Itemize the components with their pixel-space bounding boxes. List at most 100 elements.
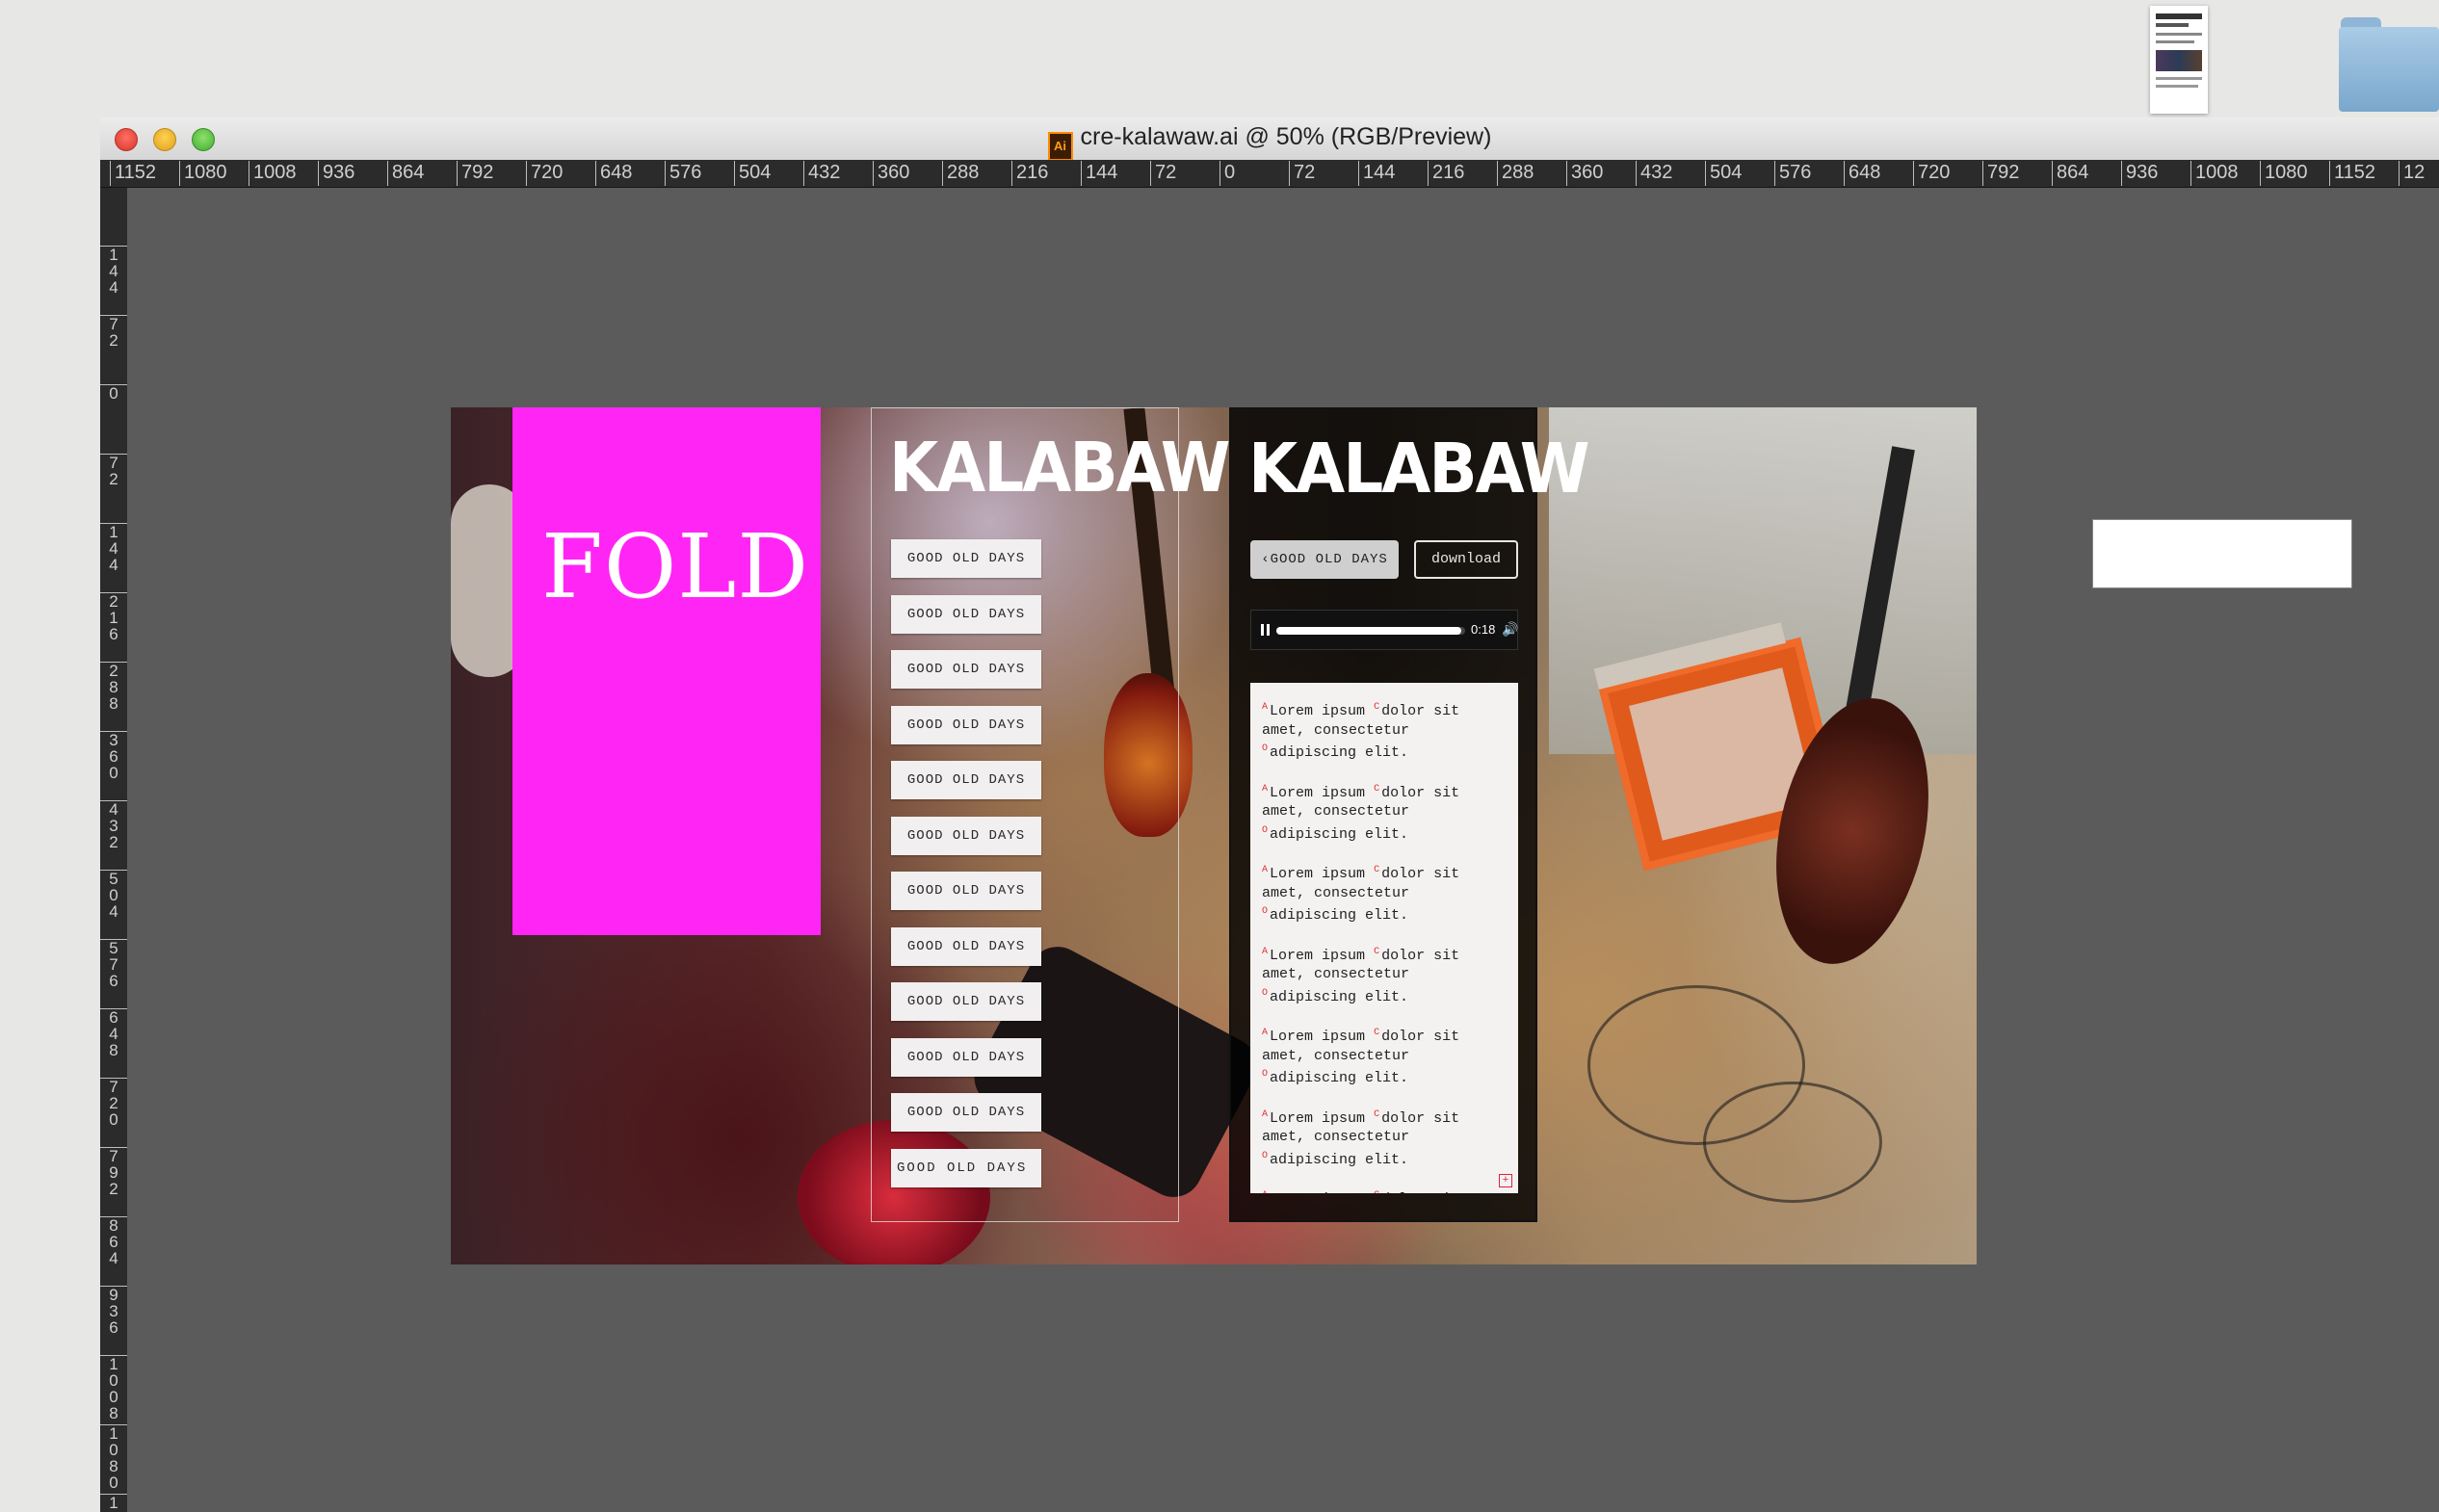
paragraph-text: adipiscing elit. — [1270, 988, 1409, 1005]
ruler-tick-label: 720 — [526, 161, 563, 186]
photo-cable — [1703, 1082, 1882, 1203]
ruler-tick-label: 432 — [803, 161, 840, 186]
ai-file-icon: Ai — [1047, 132, 1073, 161]
ruler-tick-label: 936 — [100, 1286, 127, 1336]
white-rectangle[interactable] — [2092, 519, 2352, 588]
audio-player: 0:18 🔊 — [1250, 610, 1518, 650]
ruler-tick-label: 648 — [100, 1008, 127, 1058]
ruler-tick-label: 504 — [734, 161, 771, 186]
fold-block[interactable]: FOLD — [512, 407, 821, 935]
ruler-tick-label: 792 — [457, 161, 493, 186]
brand-logo: KALABAW — [889, 428, 1231, 508]
artboard[interactable]: FOLD KALABAW GOOD OLD DAYS GOOD OLD DAYS G… — [451, 407, 1977, 1264]
ruler-tick-label: 576 — [100, 939, 127, 989]
back-button[interactable]: ‹GOOD OLD DAYS — [1250, 540, 1399, 579]
menu-panel[interactable]: KALABAW GOOD OLD DAYS GOOD OLD DAYS GOOD O… — [871, 407, 1231, 1222]
ruler-tick-label: 576 — [665, 161, 701, 186]
detail-panel[interactable]: KALABAW ‹GOOD OLD DAYS download 0:18 🔊 A… — [1229, 407, 1590, 1222]
ruler-tick-label: 216 — [100, 592, 127, 642]
lorem-paragraph: ALorem ipsum Cdolor sit amet, consectetu… — [1262, 698, 1508, 763]
lorem-paragraph: ALorem ipsum Cdolor sit amet, consectetu… — [1262, 780, 1508, 845]
horizontal-ruler[interactable]: 1152 1080 1008 936 864 792 720 648 576 504 432 360 2… — [100, 160, 2439, 188]
folder-icon[interactable] — [2339, 17, 2439, 112]
ruler-tick-label: 360 — [100, 731, 127, 781]
nav-item[interactable]: GOOD OLD DAYS — [891, 1093, 1041, 1132]
nav-item[interactable]: GOOD OLD DAYS — [891, 650, 1041, 689]
paragraph-text: adipiscing elit. — [1270, 825, 1409, 843]
ruler-tick-label: 648 — [595, 161, 632, 186]
ruler-tick-label: 648 — [1844, 161, 1880, 186]
ruler-tick-label: 72 — [100, 454, 127, 487]
ruler-tick-label: 216 — [1011, 161, 1048, 186]
ruler-tick-label: 144 — [1358, 161, 1395, 186]
download-button[interactable]: download — [1414, 540, 1518, 579]
ruler-tick-label: 576 — [1774, 161, 1811, 186]
volume-icon[interactable]: 🔊 — [1502, 621, 1518, 638]
vertical-ruler[interactable]: 1447207214421628836043250457664872079286… — [100, 188, 127, 1512]
ruler-tick-label: 1080 — [179, 161, 227, 186]
nav-item[interactable]: GOOD OLD DAYS — [891, 816, 1041, 855]
footnote-marker: O — [1262, 743, 1269, 754]
paragraph-text: adipiscing elit. — [1270, 1151, 1409, 1168]
nav-item[interactable]: GOOD OLD DAYS — [891, 705, 1041, 744]
paragraph-text: Lorem ipsum — [1270, 703, 1366, 719]
paragraph-text: Lorem ipsum — [1270, 784, 1366, 801]
ruler-tick-label: 0 — [1220, 161, 1235, 186]
nav-item[interactable]: GOOD OLD DAYS — [891, 539, 1041, 578]
ruler-tick-label: 504 — [100, 870, 127, 920]
nav-item[interactable]: GOOD OLD DAYS — [891, 761, 1041, 799]
paragraph-text: Lorem ipsum — [1270, 947, 1366, 964]
paragraph-text: adipiscing elit. — [1270, 907, 1409, 924]
resize-icon[interactable]: + — [1499, 1174, 1512, 1187]
nav-item[interactable]: GOOD OLD DAYS — [891, 982, 1041, 1021]
ruler-tick-label: 864 — [2052, 161, 2088, 186]
ruler-tick-label: 144 — [1081, 161, 1117, 186]
footnote-marker: O — [1262, 1069, 1269, 1080]
ruler-tick-label: 1080 — [100, 1424, 127, 1491]
footnote-marker: C — [1374, 1028, 1380, 1038]
footnote-marker: C — [1374, 1190, 1379, 1193]
ruler-tick-label: 792 — [1982, 161, 2019, 186]
paragraph-text: Lorem ipsum — [1270, 1029, 1366, 1045]
nav-item[interactable]: GOOD OLD DAYS — [891, 926, 1041, 966]
footnote-marker: A — [1262, 783, 1269, 795]
title-bar[interactable]: Ai cre-kalawaw.ai @ 50% (RGB/Preview) — [100, 117, 2439, 161]
ruler-tick-label: 144 — [100, 246, 127, 296]
document-thumbnail-icon[interactable] — [2150, 6, 2208, 114]
nav-item[interactable]: GOOD OLD DAYS — [891, 872, 1041, 910]
ruler-tick-label: 432 — [1636, 161, 1672, 186]
ruler-tick-label: 72 — [1289, 161, 1315, 186]
ruler-tick-label: 936 — [2121, 161, 2158, 186]
paragraph-text: Lorem ipsum — [1270, 1109, 1366, 1127]
footnote-marker: A — [1262, 702, 1269, 713]
nav-item[interactable]: GOOD OLD DAYS — [891, 1037, 1041, 1077]
footnote-marker: C — [1374, 1108, 1380, 1120]
ruler-tick-label: 1008 — [100, 1355, 127, 1421]
ruler-tick-label: 504 — [1705, 161, 1742, 186]
nav-item[interactable]: GOOD OLD DAYS — [891, 594, 1041, 634]
nav-item[interactable]: GOOD OLD DAYS — [891, 1148, 1041, 1187]
footnote-marker: A — [1262, 1190, 1268, 1193]
footnote-marker: C — [1374, 702, 1380, 713]
pause-icon[interactable] — [1261, 624, 1271, 636]
fold-label: FOLD — [541, 515, 810, 618]
nav-list: GOOD OLD DAYS GOOD OLD DAYS GOOD OLD DAYS G… — [891, 539, 1041, 1204]
paragraph-text: Lorem ipsum — [1270, 1191, 1365, 1193]
canvas-area[interactable]: FOLD KALABAW GOOD OLD DAYS GOOD OLD DAYS G… — [127, 188, 2439, 1512]
ruler-tick-label: 720 — [1913, 161, 1950, 186]
ruler-tick-label: 144 — [100, 523, 127, 573]
text-content[interactable]: A Lorem ipsum Cdolor sit amet, consectetu… — [1250, 683, 1518, 1193]
progress-track[interactable] — [1276, 627, 1465, 635]
ruler-tick-label: 864 — [387, 161, 424, 186]
footnote-marker: A — [1262, 1028, 1269, 1038]
footnote-marker: O — [1262, 906, 1269, 917]
ruler-tick-label: 288 — [100, 662, 127, 712]
brand-logo: KALABAW — [1248, 429, 1590, 509]
ruler-tick-label: 115 — [100, 1494, 127, 1512]
window-title-text: cre-kalawaw.ai @ 50% (RGB/Preview) — [1080, 123, 1492, 150]
footnote-marker: A — [1262, 946, 1269, 957]
footnote-marker: O — [1262, 1150, 1269, 1161]
footnote-marker: C — [1374, 865, 1380, 875]
window-title: Ai cre-kalawaw.ai @ 50% (RGB/Preview) — [100, 123, 2439, 161]
ruler-tick-label: 360 — [873, 161, 909, 186]
